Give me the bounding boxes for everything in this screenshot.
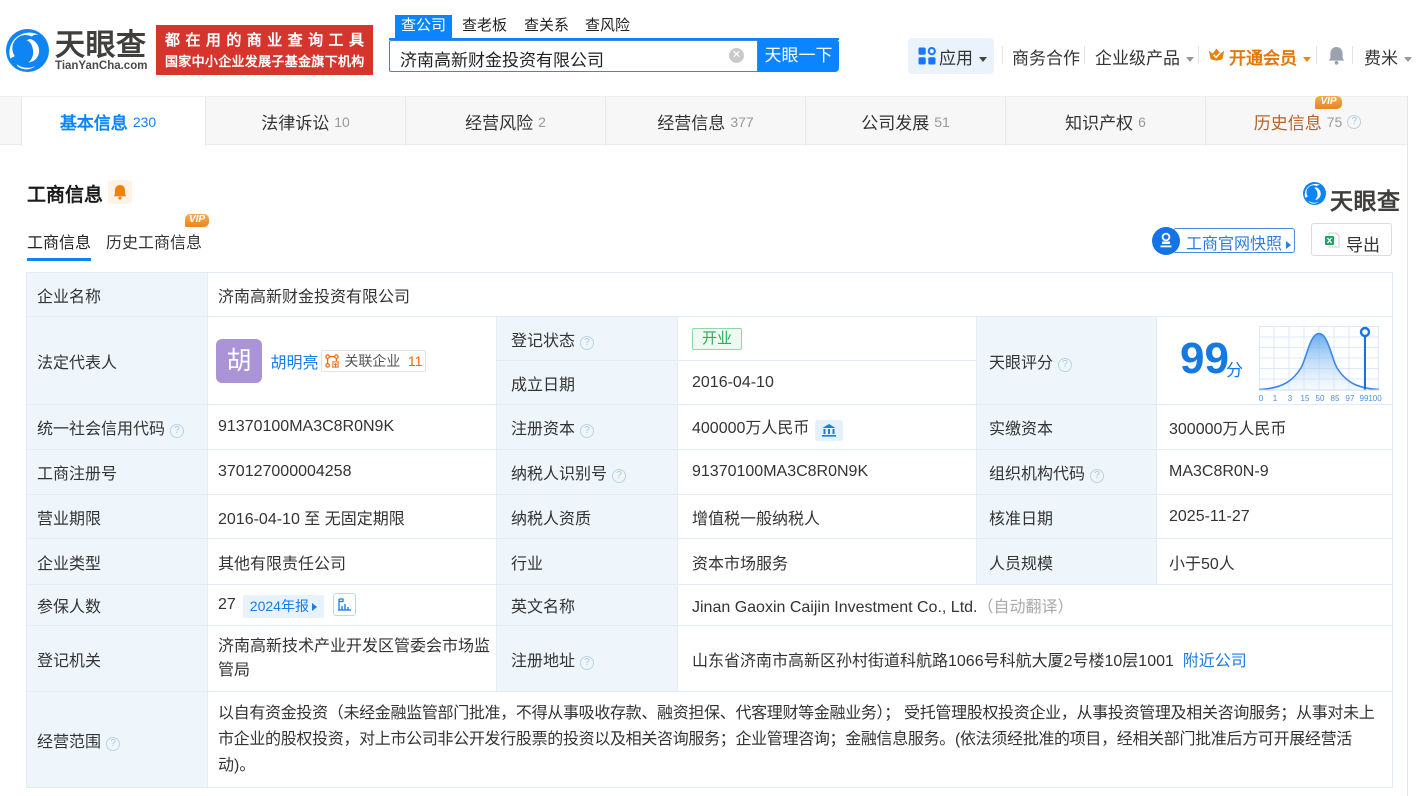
svg-text:50: 50 — [1316, 394, 1325, 403]
svg-text:1: 1 — [1273, 394, 1278, 403]
svg-text:0: 0 — [1259, 394, 1264, 403]
svg-text:15: 15 — [1301, 394, 1310, 403]
svg-text:3: 3 — [1288, 394, 1293, 403]
svg-text:100: 100 — [1368, 394, 1382, 403]
svg-text:85: 85 — [1331, 394, 1340, 403]
svg-text:97: 97 — [1346, 394, 1355, 403]
